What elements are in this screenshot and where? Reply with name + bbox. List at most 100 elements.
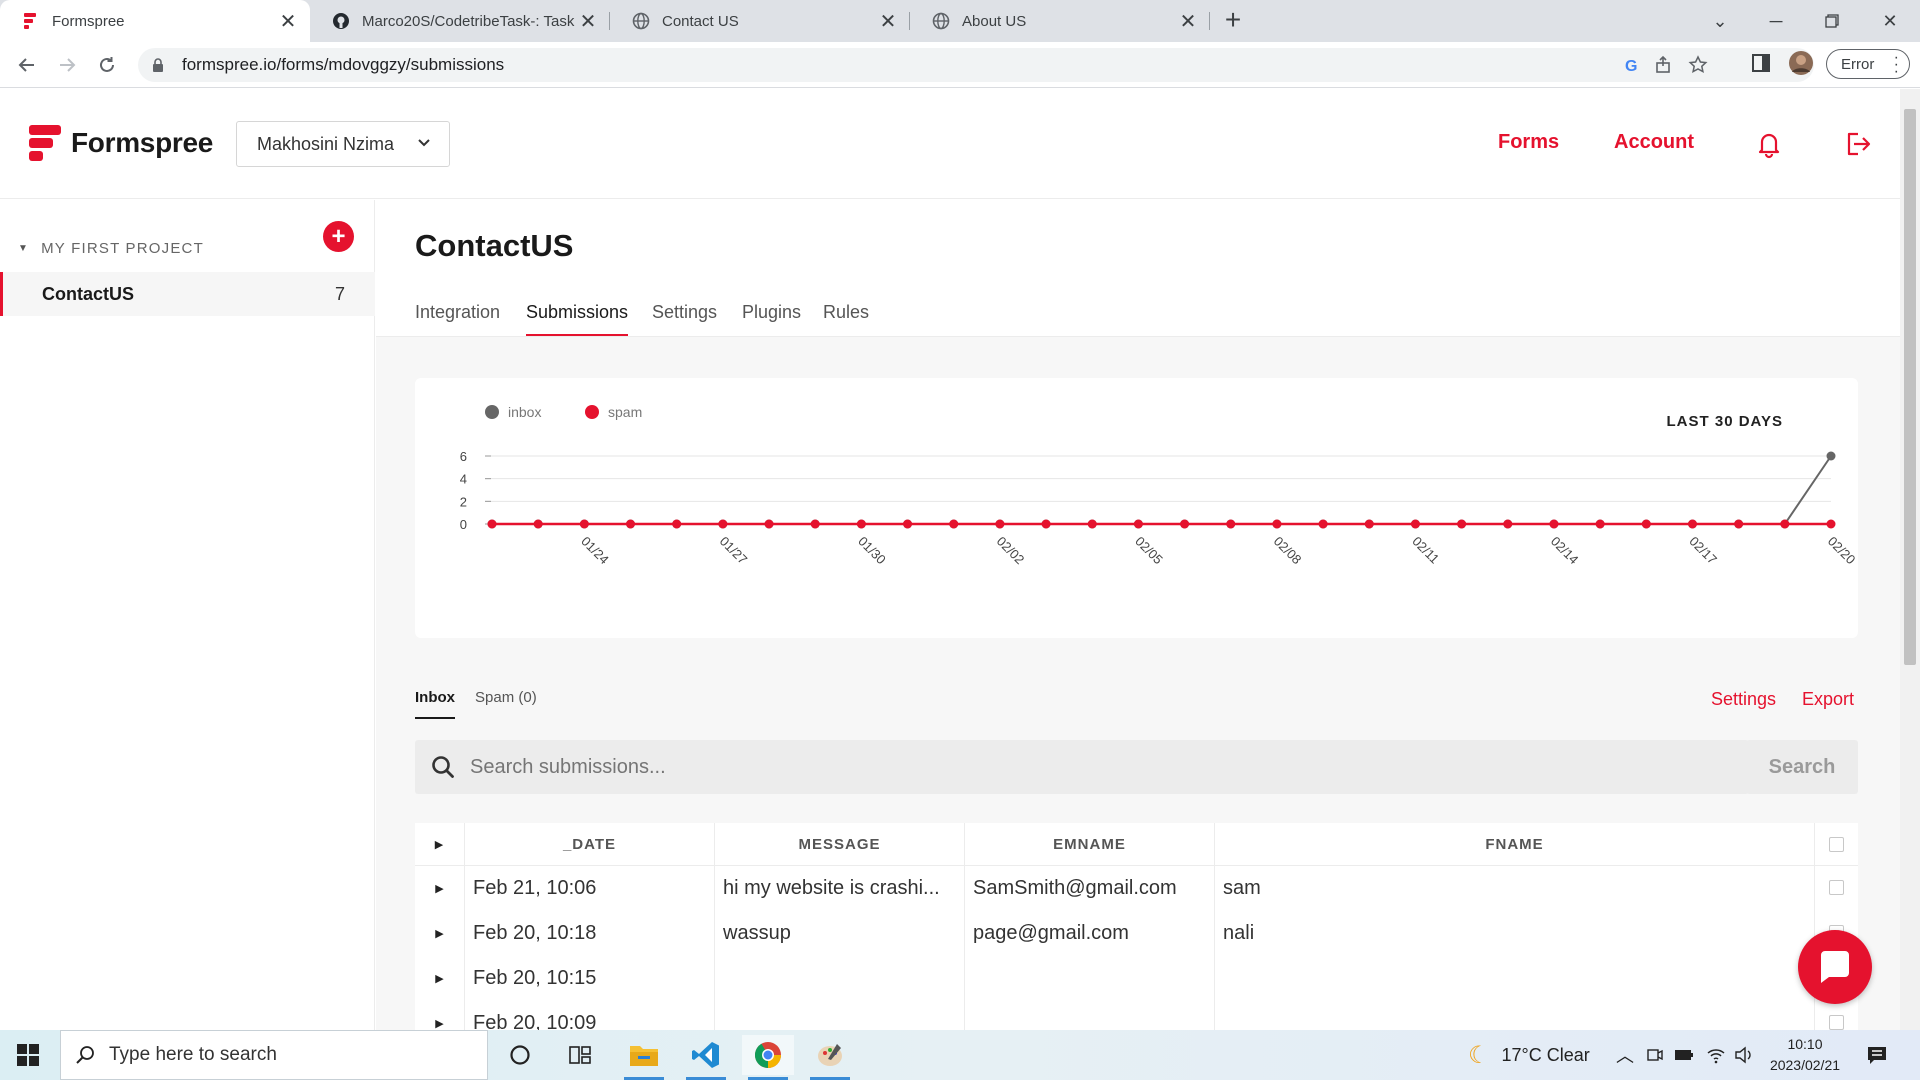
taskbar-search-box[interactable]: Type here to search (60, 1030, 488, 1080)
reload-button[interactable] (92, 50, 122, 80)
search-input[interactable] (470, 755, 1670, 779)
sidebar-item-contactus[interactable]: ContactUS 7 (0, 272, 375, 316)
row-checkbox[interactable] (1829, 880, 1844, 895)
tab-settings[interactable]: Settings (652, 302, 717, 323)
profile-avatar-icon[interactable] (1788, 50, 1814, 76)
bookmark-star-icon[interactable] (1688, 55, 1708, 75)
expand-all-icon[interactable]: ▶ (415, 823, 465, 866)
cell-emname (965, 956, 1215, 1001)
search-bar (415, 740, 1749, 794)
row-checkbox[interactable] (1829, 1015, 1844, 1030)
page-title: ContactUS (415, 228, 574, 263)
weather-text: 17°C Clear (1501, 1044, 1590, 1065)
windows-start-icon[interactable] (16, 1043, 40, 1067)
tab-search-chevron-icon[interactable]: ⌄ (1692, 0, 1748, 42)
notifications-icon[interactable] (1866, 1030, 1888, 1080)
table-row[interactable]: ▶ Feb 20, 10:15 (415, 956, 1858, 1001)
data-point-spam (764, 519, 774, 529)
cell-message (715, 956, 965, 1001)
system-clock[interactable]: 10:10 2023/02/21 (1760, 1034, 1850, 1076)
tab-close-icon[interactable]: ✕ (578, 9, 598, 34)
side-panel-icon[interactable] (1748, 50, 1774, 76)
minimize-button[interactable]: ─ (1748, 0, 1804, 42)
sidebar-item-label: ContactUS (42, 284, 135, 304)
table-row[interactable]: ▶ Feb 21, 10:06 hi my website is crashi.… (415, 866, 1858, 911)
search-button[interactable]: Search (1746, 740, 1858, 794)
row-expand-icon[interactable]: ▶ (415, 1001, 465, 1030)
folder-icon (630, 1046, 658, 1066)
browser-tab-github[interactable]: Marco20S/CodetribeTask-: Task 2 ✕ (310, 0, 610, 42)
table-row[interactable]: ▶ Feb 20, 10:09 (415, 1001, 1858, 1030)
forward-button[interactable] (52, 50, 82, 80)
chrome-icon[interactable] (742, 1035, 794, 1080)
project-name: MY FIRST PROJECT (41, 240, 204, 257)
project-header[interactable]: ▼ MY FIRST PROJECT (18, 240, 204, 257)
browser-tab-contact-us[interactable]: Contact US ✕ (610, 0, 910, 42)
tab-rules[interactable]: Rules (823, 302, 869, 323)
nav-forms-link[interactable]: Forms (1498, 131, 1559, 154)
account-selector-dropdown[interactable]: Makhosini Nzima (236, 121, 450, 167)
page-scrollbar[interactable] (1900, 89, 1920, 1030)
tray-overflow-chevron-icon[interactable]: ︿ (1616, 1030, 1634, 1080)
wifi-icon[interactable] (1706, 1030, 1726, 1080)
globe-favicon-icon (632, 12, 650, 30)
row-expand-icon[interactable]: ▶ (415, 911, 465, 956)
battery-glyph-icon (1675, 1050, 1693, 1060)
back-button[interactable] (12, 50, 42, 80)
data-point-spam (1180, 519, 1190, 529)
cortana-icon[interactable] (494, 1035, 546, 1075)
maximize-button[interactable] (1804, 0, 1860, 42)
weather-widget[interactable]: ☾ 17°C Clear (1468, 1030, 1590, 1080)
collapse-triangle-icon[interactable]: ▼ (18, 243, 29, 254)
row-expand-icon[interactable]: ▶ (415, 866, 465, 911)
google-translate-icon[interactable]: G (1622, 55, 1642, 75)
share-icon[interactable] (1654, 55, 1674, 75)
export-link[interactable]: Export (1802, 689, 1854, 710)
add-form-button[interactable]: + (323, 221, 354, 252)
table-header-row: ▶ _DATE MESSAGE EMNAME FNAME (415, 823, 1858, 866)
task-view-icon[interactable] (554, 1035, 606, 1075)
logout-icon[interactable] (1842, 129, 1872, 159)
kebab-menu-icon[interactable]: · · · (1894, 50, 1899, 80)
data-point-spam (1457, 519, 1467, 529)
data-point-spam (1549, 519, 1559, 529)
column-header-fname[interactable]: FNAME (1215, 823, 1815, 866)
close-window-button[interactable]: ✕ (1862, 0, 1918, 42)
tab-close-icon[interactable]: ✕ (1178, 9, 1198, 34)
column-header-date[interactable]: _DATE (465, 823, 715, 866)
tab-plugins[interactable]: Plugins (742, 302, 801, 323)
cell-emname: page@gmail.com (965, 911, 1215, 956)
address-bar[interactable]: formspree.io/forms/mdovggzy/submissions … (138, 48, 1814, 82)
tab-close-icon[interactable]: ✕ (878, 9, 898, 34)
vscode-icon[interactable] (680, 1035, 732, 1080)
profile-error-button[interactable]: Error · · · (1826, 49, 1910, 80)
column-header-emname[interactable]: EMNAME (965, 823, 1215, 866)
tab-spam[interactable]: Spam (0) (475, 689, 537, 706)
x-tick-label: 01/24 (578, 534, 612, 568)
formspree-logo[interactable]: Formspree (27, 123, 213, 163)
tab-integration[interactable]: Integration (415, 302, 500, 323)
battery-icon[interactable] (1674, 1030, 1694, 1080)
github-favicon-icon (333, 13, 349, 29)
nav-account-link[interactable]: Account (1614, 131, 1694, 154)
row-expand-icon[interactable]: ▶ (415, 956, 465, 1001)
settings-link[interactable]: Settings (1711, 689, 1776, 710)
table-row[interactable]: ▶ Feb 20, 10:18 wassup page@gmail.com na… (415, 911, 1858, 956)
tab-inbox[interactable]: Inbox (415, 689, 455, 719)
tab-submissions[interactable]: Submissions (526, 302, 629, 336)
bell-icon[interactable] (1754, 129, 1784, 159)
form-header: ContactUS Integration Submissions Settin… (376, 200, 1900, 337)
tab-close-icon[interactable]: ✕ (278, 9, 298, 34)
column-header-message[interactable]: MESSAGE (715, 823, 965, 866)
speaker-icon[interactable] (1734, 1030, 1754, 1080)
browser-tab-formspree[interactable]: Formspree ✕ (0, 0, 310, 42)
paint-icon[interactable] (804, 1035, 856, 1080)
browser-tab-about-us[interactable]: About US ✕ (910, 0, 1210, 42)
select-all-checkbox[interactable] (1829, 837, 1844, 852)
meet-icon[interactable] (1646, 1030, 1664, 1080)
cell-message: hi my website is crashi... (715, 866, 965, 911)
support-chat-button[interactable] (1798, 930, 1872, 1004)
file-explorer-icon[interactable] (618, 1035, 670, 1080)
scrollbar-thumb[interactable] (1904, 109, 1916, 665)
new-tab-button[interactable]: + (1218, 6, 1248, 36)
